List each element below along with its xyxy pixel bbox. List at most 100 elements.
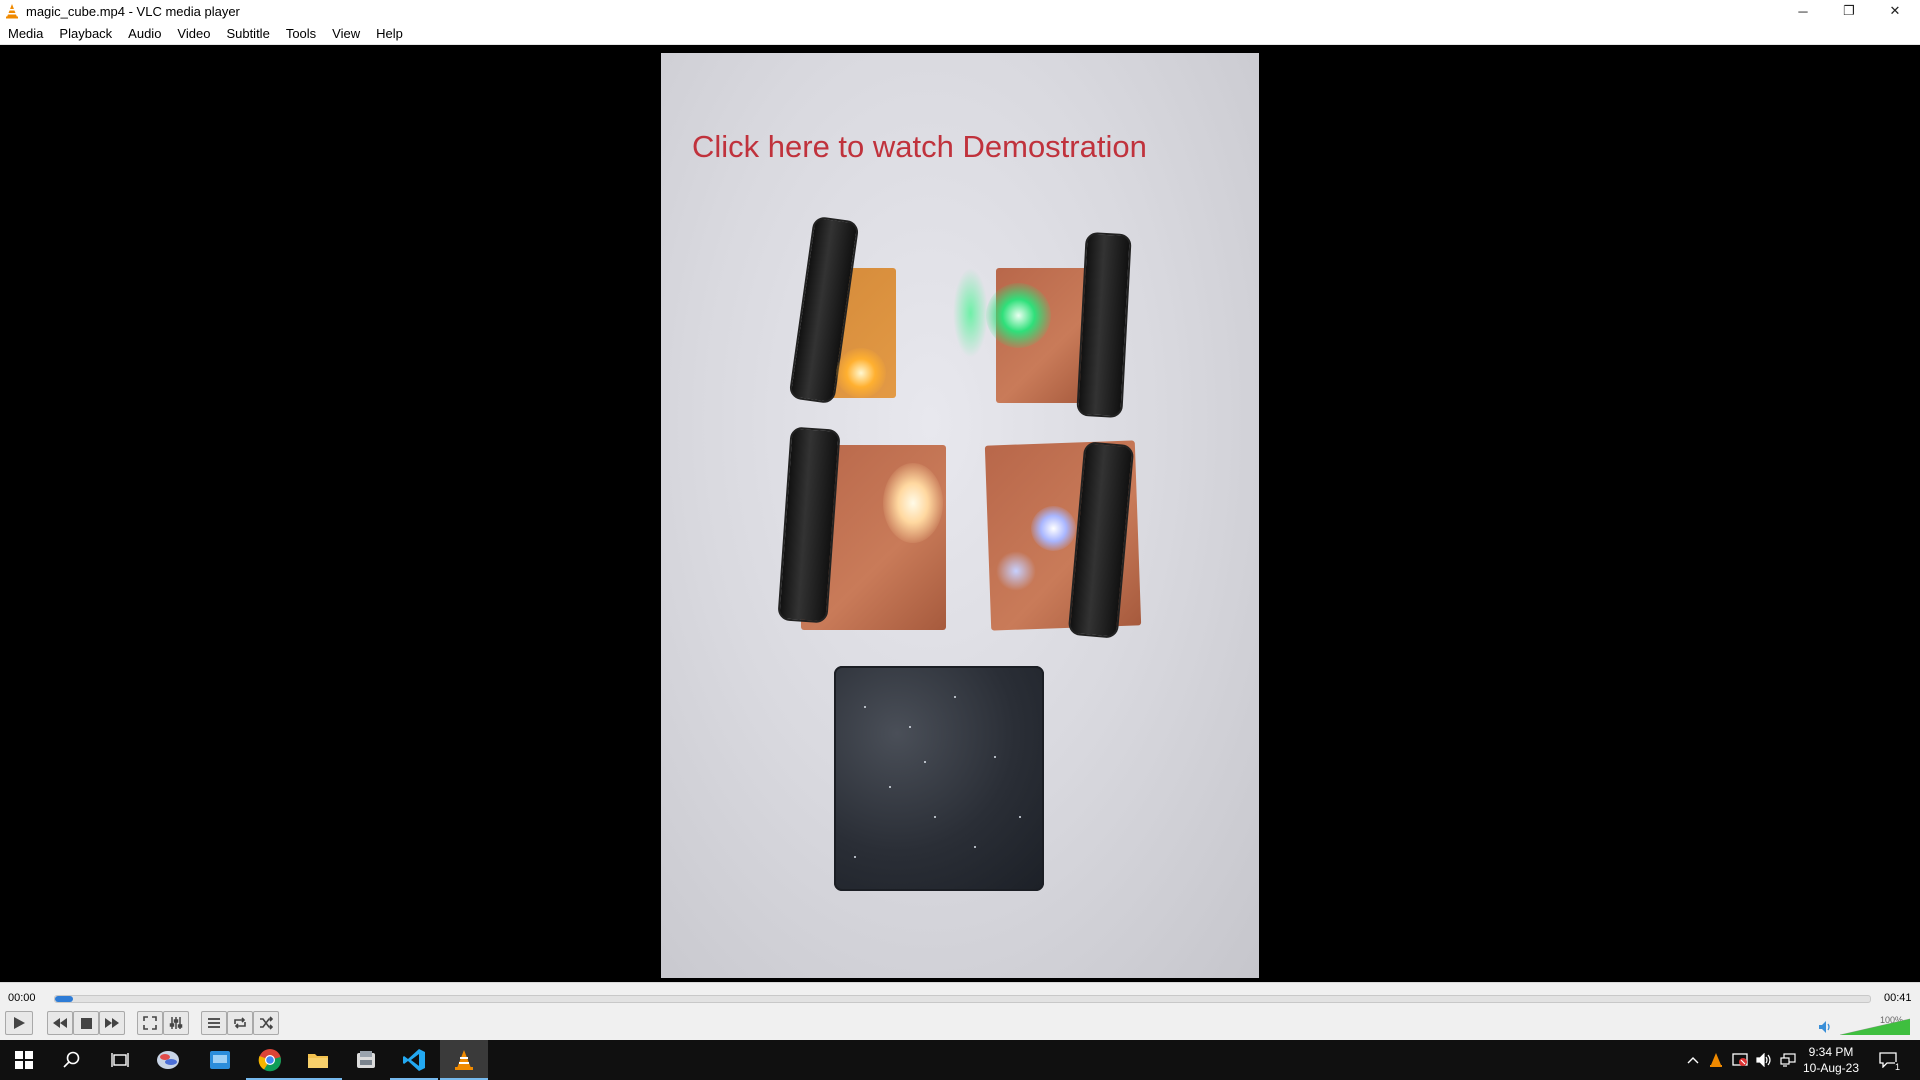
stop-icon xyxy=(80,1017,92,1029)
play-button[interactable] xyxy=(5,1011,33,1035)
close-icon: ✕ xyxy=(1889,3,1901,18)
tray-security[interactable] xyxy=(1730,1050,1750,1070)
sparkle xyxy=(934,816,936,818)
led-blue-glow xyxy=(996,551,1036,591)
finder-icon xyxy=(210,1051,230,1069)
network-icon xyxy=(1780,1053,1796,1067)
next-button[interactable] xyxy=(99,1011,125,1035)
seek-bar[interactable] xyxy=(54,995,1871,1003)
sparkle xyxy=(924,761,926,763)
sparkle xyxy=(994,756,996,758)
notification-count: 1 xyxy=(1894,1062,1900,1072)
playlist-button[interactable] xyxy=(201,1011,227,1035)
window-title: magic_cube.mp4 - VLC media player xyxy=(26,3,240,19)
tray-volume[interactable] xyxy=(1754,1050,1774,1070)
taskbar-app-2[interactable] xyxy=(342,1040,390,1080)
taskbar-app[interactable] xyxy=(144,1040,192,1080)
sparkle xyxy=(854,856,856,858)
tray-network[interactable] xyxy=(1778,1050,1798,1070)
menu-playback[interactable]: Playback xyxy=(51,26,120,41)
menu-tools[interactable]: Tools xyxy=(278,26,324,41)
sparkle xyxy=(954,696,956,698)
demonstration-link[interactable]: Click here to watch Demostration xyxy=(692,129,1147,165)
task-view-button[interactable] xyxy=(96,1040,144,1080)
previous-icon xyxy=(53,1018,67,1028)
vlc-tray-icon xyxy=(1710,1053,1722,1067)
shuffle-icon xyxy=(260,1016,273,1030)
next-icon xyxy=(105,1018,119,1028)
clock-time: 9:34 PM xyxy=(1808,1045,1854,1059)
clock-date: 10-Aug-23 xyxy=(1802,1061,1860,1075)
vscode-icon xyxy=(403,1049,425,1071)
extended-settings-button[interactable] xyxy=(163,1011,189,1035)
previous-button[interactable] xyxy=(47,1011,73,1035)
player-controls: 00:00 00:41 100% xyxy=(0,982,1920,1041)
led-orange-glow xyxy=(836,348,886,398)
loop-icon xyxy=(234,1017,246,1029)
sparkle xyxy=(974,846,976,848)
action-center-button[interactable]: 1 xyxy=(1878,1050,1900,1072)
taskbar-chrome[interactable] xyxy=(246,1040,294,1080)
magic-cube xyxy=(834,666,1044,891)
taskbar: 9:34 PM 10-Aug-23 1 xyxy=(0,1040,1920,1080)
restore-icon: ❐ xyxy=(1843,3,1855,18)
start-button[interactable] xyxy=(0,1040,48,1080)
windows-start-icon xyxy=(15,1051,33,1069)
system-clock[interactable]: 9:34 PM 10-Aug-23 xyxy=(1798,1044,1864,1076)
speaker-icon xyxy=(1756,1053,1771,1067)
chevron-up-icon xyxy=(1687,1057,1699,1064)
play-icon xyxy=(14,1017,25,1029)
shield-icon xyxy=(1732,1053,1748,1066)
menu-audio[interactable]: Audio xyxy=(120,26,169,41)
taskbar-finder[interactable] xyxy=(196,1040,244,1080)
playlist-icon xyxy=(208,1018,220,1028)
search-button[interactable] xyxy=(48,1040,96,1080)
shuffle-button[interactable] xyxy=(253,1011,279,1035)
taskbar-vscode[interactable] xyxy=(390,1040,438,1080)
loop-button[interactable] xyxy=(227,1011,253,1035)
sparkle xyxy=(1019,816,1021,818)
menu-media[interactable]: Media xyxy=(0,26,51,41)
minimize-button[interactable]: ─ xyxy=(1780,0,1826,22)
menu-view[interactable]: View xyxy=(324,26,368,41)
app-icon-2 xyxy=(357,1051,375,1068)
menu-bar: Media Playback Audio Video Subtitle Tool… xyxy=(0,22,1920,45)
extended-settings-icon xyxy=(169,1017,183,1029)
title-bar: magic_cube.mp4 - VLC media player ─ ❐ ✕ xyxy=(0,0,1920,22)
video-display[interactable]: Click here to watch Demostration xyxy=(0,45,1920,982)
led-blue-glow xyxy=(1031,506,1076,551)
vlc-icon xyxy=(455,1050,473,1070)
minimize-icon: ─ xyxy=(1798,3,1808,19)
volume-speaker-icon[interactable] xyxy=(1818,1020,1834,1034)
elapsed-time: 00:00 xyxy=(8,992,36,1004)
app-icon xyxy=(157,1051,179,1069)
show-hidden-icons-button[interactable] xyxy=(1683,1050,1703,1070)
chrome-icon xyxy=(258,1049,282,1072)
seek-progress xyxy=(55,996,73,1002)
volume-slider[interactable] xyxy=(1840,1017,1910,1035)
sparkle xyxy=(889,786,891,788)
task-view-icon xyxy=(111,1053,129,1067)
total-time: 00:41 xyxy=(1884,992,1912,1004)
restore-button[interactable]: ❐ xyxy=(1826,0,1872,22)
fullscreen-button[interactable] xyxy=(137,1011,163,1035)
battery xyxy=(1076,231,1132,419)
taskbar-file-explorer[interactable] xyxy=(294,1040,342,1080)
menu-help[interactable]: Help xyxy=(368,26,411,41)
menu-subtitle[interactable]: Subtitle xyxy=(218,26,277,41)
led-white-glow xyxy=(883,463,943,543)
sparkle xyxy=(909,726,911,728)
vlc-cone-icon xyxy=(6,4,18,19)
taskbar-vlc[interactable] xyxy=(440,1040,488,1080)
menu-video[interactable]: Video xyxy=(169,26,218,41)
tray-vlc[interactable] xyxy=(1706,1050,1726,1070)
close-button[interactable]: ✕ xyxy=(1872,0,1918,22)
led-green-glow xyxy=(953,268,988,358)
stop-button[interactable] xyxy=(73,1011,99,1035)
search-icon xyxy=(63,1051,80,1068)
sparkle xyxy=(864,706,866,708)
fullscreen-icon xyxy=(143,1016,157,1030)
led-green-glow xyxy=(986,283,1051,348)
file-explorer-icon xyxy=(308,1054,328,1068)
video-frame[interactable]: Click here to watch Demostration xyxy=(661,53,1259,978)
